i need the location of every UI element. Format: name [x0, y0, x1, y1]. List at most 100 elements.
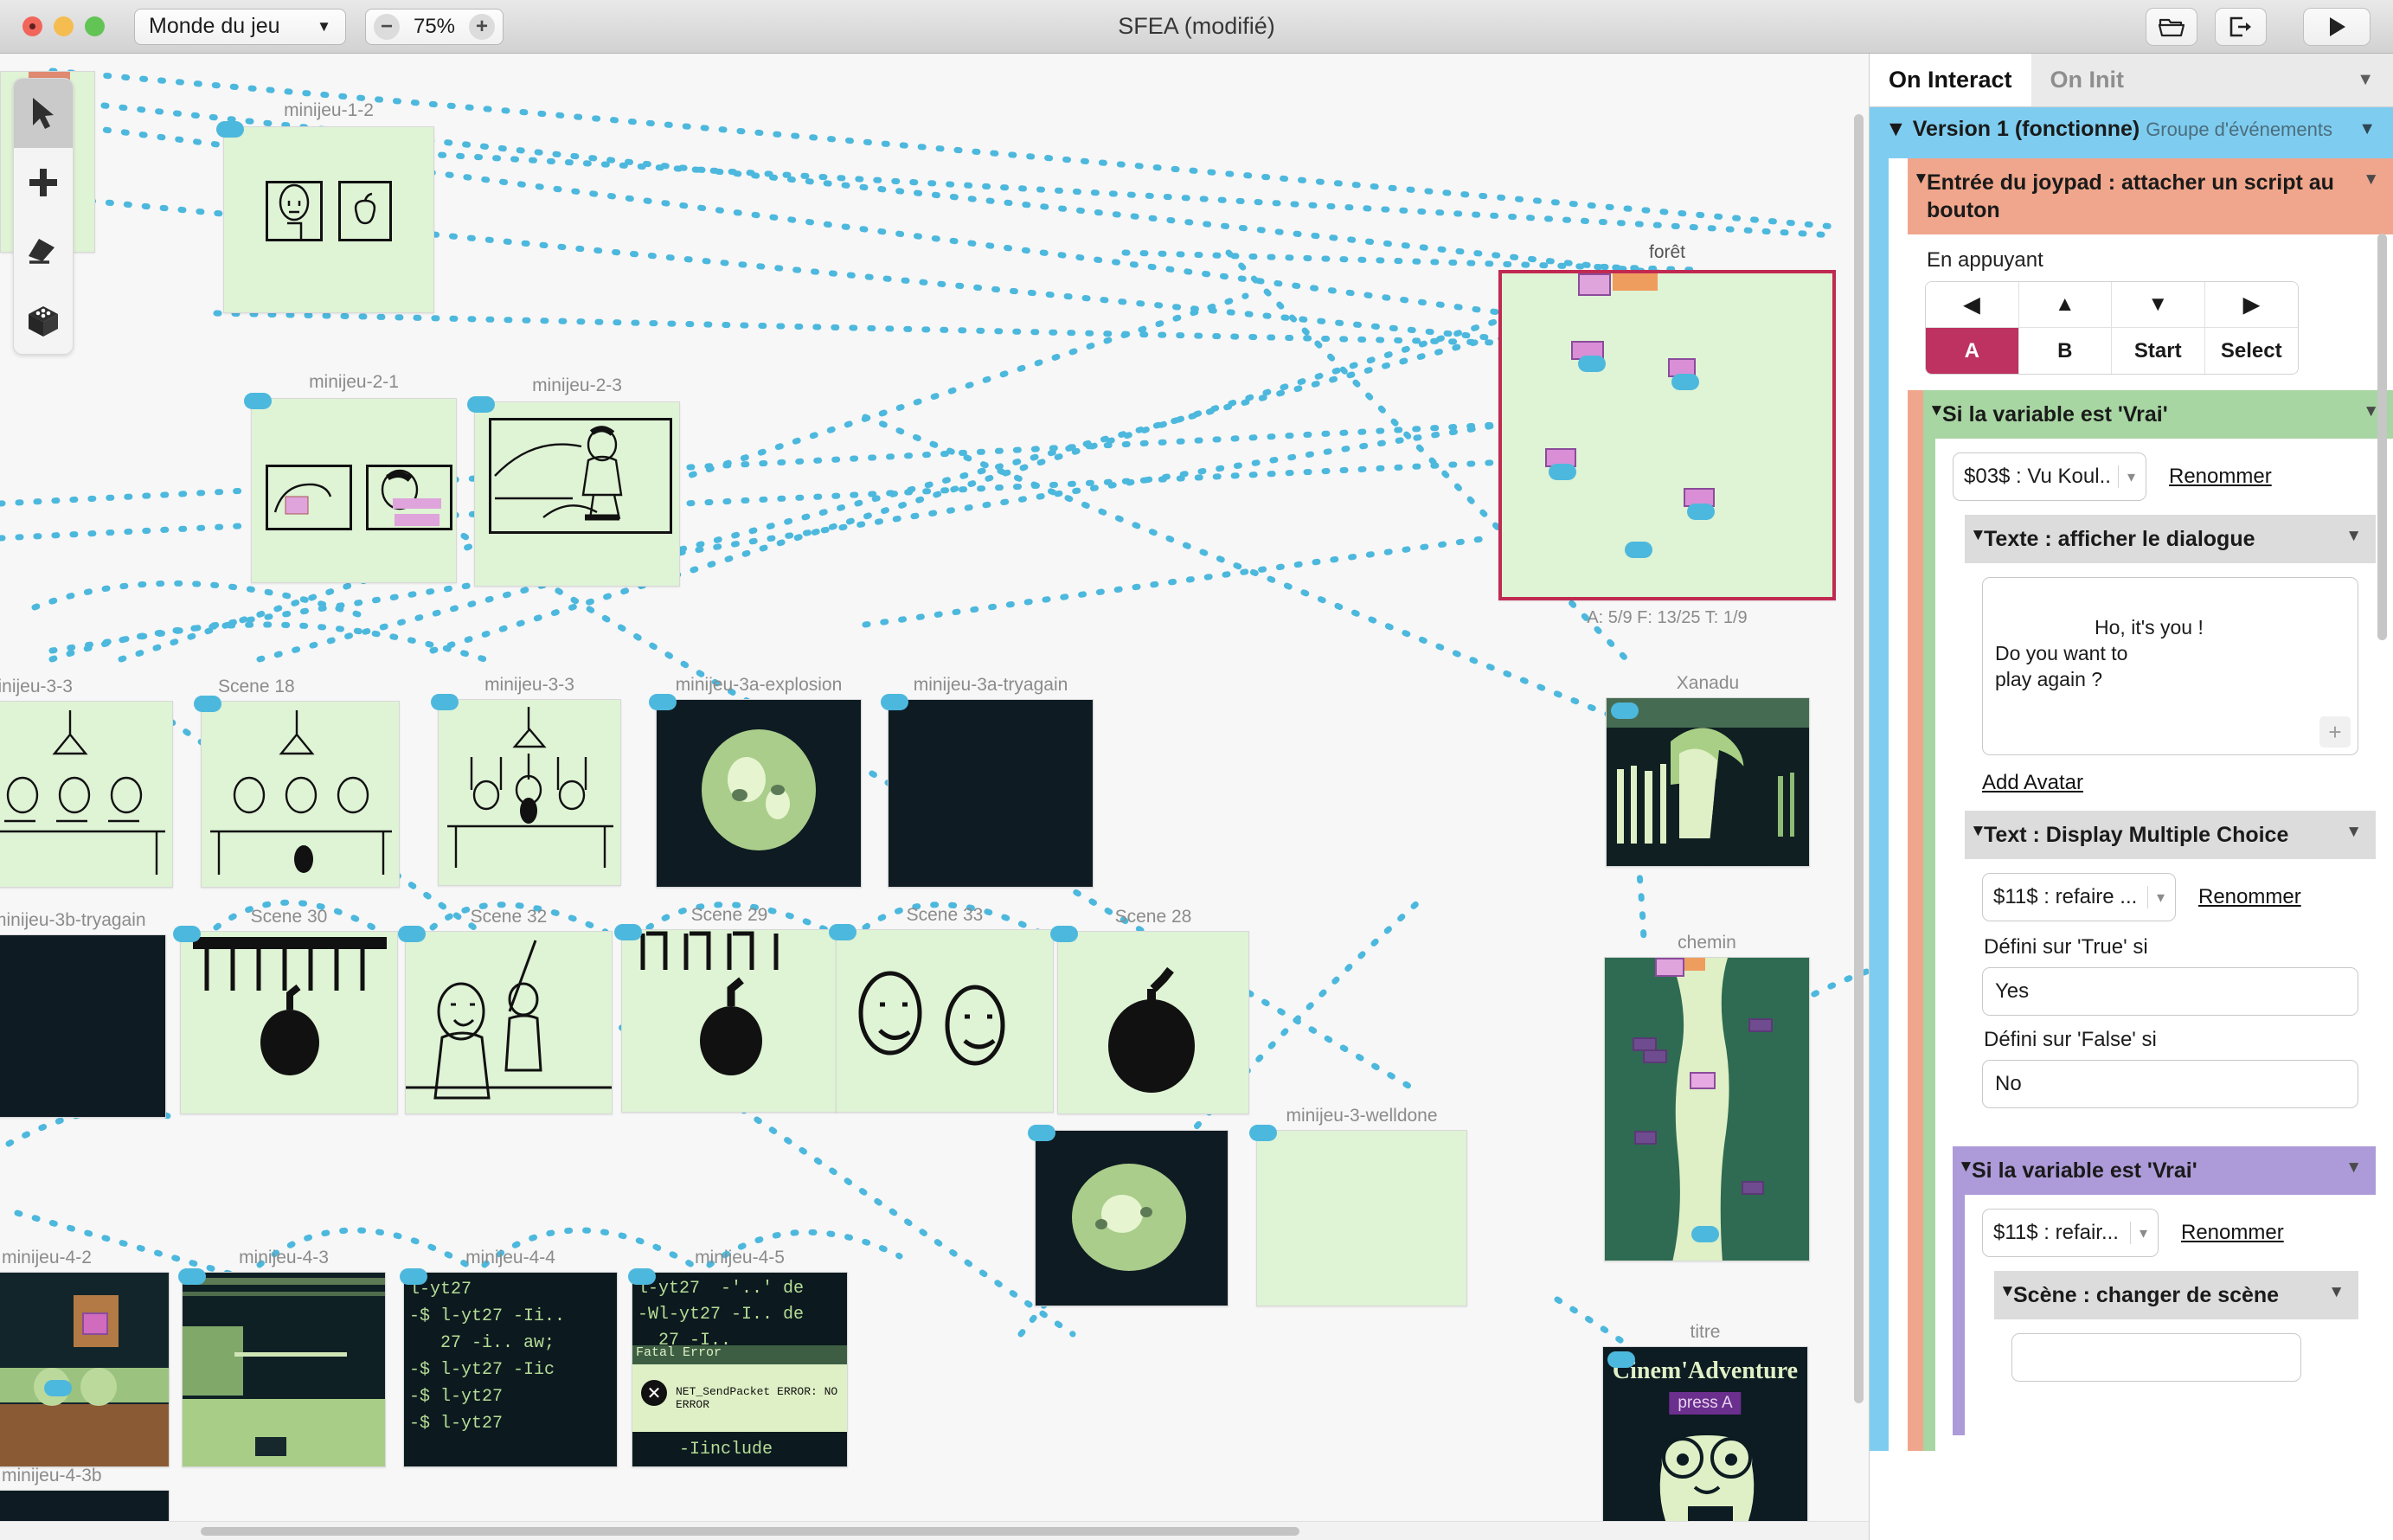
asset-tool[interactable] — [14, 286, 73, 354]
button-start[interactable]: Start — [2112, 328, 2205, 375]
minimize-window-button[interactable] — [54, 16, 74, 36]
node-minijeu-3a-tryagain[interactable]: minijeu-3a-tryagain — [881, 675, 1094, 888]
collapse-arrow-icon[interactable]: ▼ — [1999, 1281, 2016, 1302]
node-scene-18[interactable]: Scene 18 — [194, 677, 400, 888]
node-minijeu-3-3-a[interactable]: minijeu-3-3 — [0, 677, 173, 888]
maximize-window-button[interactable] — [85, 16, 105, 36]
canvas-vertical-scrollbar[interactable] — [1853, 114, 1865, 1421]
variable-select[interactable]: $11$ : refair... ▾ — [1982, 1209, 2159, 1258]
node-port[interactable] — [244, 393, 272, 409]
zoom-out-button[interactable]: − — [374, 13, 400, 40]
block-header[interactable]: ▼ Texte : afficher le dialogue ▼ — [1965, 515, 2376, 564]
set-true-input[interactable]: Yes — [1982, 967, 2358, 1017]
add-line-button[interactable]: + — [2319, 716, 2351, 748]
panel-scrollbar[interactable] — [2377, 234, 2389, 718]
node-port[interactable] — [628, 1268, 656, 1285]
node-minijeu-1-2[interactable]: minijeu-1-2 — [216, 100, 434, 313]
node-minijeu-3-welldone[interactable]: minijeu-3-welldone — [1249, 1106, 1467, 1306]
node-scene-33[interactable]: Scene 33 — [829, 905, 1054, 1113]
node-minijeu-3a-explosion-2[interactable] — [1028, 1125, 1229, 1306]
erase-tool[interactable] — [14, 217, 73, 286]
entity-port[interactable] — [1671, 374, 1699, 390]
node-port[interactable] — [431, 694, 459, 710]
dialogue-textarea[interactable]: Ho, it's you ! Do you want to play again… — [1982, 577, 2358, 756]
node-minijeu-2-1[interactable]: minijeu-2-1 — [244, 372, 457, 583]
node-port[interactable] — [467, 396, 495, 413]
node-port[interactable] — [398, 926, 426, 942]
node-minijeu-4-4[interactable]: minijeu-4-4 l-yt27 -$ l-yt27 -Ii.. 27 -i… — [400, 1248, 618, 1467]
open-folder-button[interactable] — [2146, 7, 2197, 46]
node-scene-29[interactable]: Scene 29 — [614, 905, 837, 1113]
node-minijeu-4-3[interactable]: minijeu-4-3 — [178, 1248, 386, 1467]
block-header[interactable]: ▼ Entrée du joypad : attacher un script … — [1908, 158, 2393, 235]
entity-port[interactable] — [1691, 1226, 1719, 1242]
collapse-arrow-icon[interactable]: ▼ — [1970, 821, 1986, 842]
block-menu-caret[interactable]: ▼ — [2328, 1282, 2345, 1303]
node-port[interactable] — [1607, 1351, 1635, 1368]
node-scene-32[interactable]: Scene 32 — [398, 907, 613, 1114]
entity-port[interactable] — [1549, 464, 1576, 480]
collapse-arrow-icon[interactable]: ▼ — [1913, 169, 1929, 189]
node-port[interactable] — [881, 694, 908, 710]
add-tool[interactable] — [14, 148, 73, 217]
node-minijeu-3-3-b[interactable]: minijeu-3-3 — [431, 675, 621, 886]
button-b[interactable]: B — [2018, 328, 2112, 375]
add-avatar-link[interactable]: Add Avatar — [1982, 771, 2083, 795]
node-xanadu[interactable]: Xanadu — [1606, 673, 1810, 867]
scrollbar-thumb[interactable] — [1854, 114, 1864, 1403]
node-port[interactable] — [1611, 703, 1639, 719]
scrollbar-thumb[interactable] — [201, 1527, 1299, 1536]
dpad-right-button[interactable]: ▶ — [2204, 282, 2298, 329]
node-scene-28[interactable]: Scene 28 — [1050, 907, 1249, 1114]
node-minijeu-3b-tryagain[interactable]: minijeu-3b-tryagain — [0, 910, 166, 1118]
scene-selector-dropdown[interactable]: Monde du jeu ▼ — [134, 8, 346, 45]
game-world-canvas[interactable]: minijeu-1-2 minijeu-2-1 minijeu-2-3 forê… — [0, 54, 1869, 1540]
collapse-arrow-icon[interactable]: ▼ — [1958, 1157, 1974, 1177]
node-port[interactable] — [1050, 926, 1078, 942]
node-port[interactable] — [1028, 1125, 1055, 1141]
node-titre[interactable]: titre Cinem'Adventure press A — [1602, 1322, 1808, 1540]
block-menu-caret[interactable]: ▼ — [2363, 170, 2379, 190]
node-port[interactable] — [216, 121, 244, 138]
node-chemin[interactable]: chemin — [1604, 933, 1810, 1261]
variable-select[interactable]: $03$ : Vu Koul... ▾ — [1953, 452, 2146, 502]
node-minijeu-4-5[interactable]: minijeu-4-5 l-yt27 -'..' de -Wl-yt27 -I.… — [628, 1248, 848, 1467]
node-port[interactable] — [829, 924, 856, 940]
button-a[interactable]: A — [1926, 328, 2019, 375]
collapse-arrow-icon[interactable]: ▼ — [1928, 401, 1945, 421]
block-menu-caret[interactable]: ▼ — [2345, 526, 2362, 547]
close-window-button[interactable] — [22, 16, 42, 36]
group-menu-caret[interactable]: ▼ — [2358, 119, 2376, 139]
node-foret[interactable]: forêt A: 5/9 F: 13/25 T: 1/9 — [1498, 242, 1836, 627]
block-menu-caret[interactable]: ▼ — [2345, 1158, 2362, 1178]
button-select[interactable]: Select — [2204, 328, 2298, 375]
export-button[interactable] — [2215, 7, 2267, 46]
entity-port[interactable] — [44, 1380, 72, 1396]
tab-on-interact[interactable]: On Interact — [1870, 54, 2031, 106]
set-false-input[interactable]: No — [1982, 1060, 2358, 1109]
rename-link[interactable]: Renommer — [2169, 465, 2272, 489]
rename-link[interactable]: Renommer — [2181, 1221, 2284, 1245]
node-minijeu-4-2[interactable]: minijeu-4-2 — [0, 1248, 170, 1467]
scrollbar-thumb[interactable] — [2377, 234, 2387, 640]
variable-select[interactable]: $11$ : refaire ... ▾ — [1982, 873, 2176, 922]
node-port[interactable] — [173, 926, 201, 942]
event-group-version-1[interactable]: ▼ Version 1 (fonctionne) Groupe d'événem… — [1870, 107, 2393, 154]
block-menu-caret[interactable]: ▼ — [2345, 822, 2362, 843]
canvas-horizontal-scrollbar[interactable] — [0, 1521, 1869, 1540]
node-scene-30[interactable]: Scene 30 — [173, 907, 398, 1114]
block-header[interactable]: ▼ Scène : changer de scène ▼ — [1994, 1271, 2358, 1320]
group-collapse-arrow[interactable]: ▼ — [1885, 117, 1907, 141]
node-minijeu-2-3[interactable]: minijeu-2-3 — [467, 375, 680, 587]
node-port[interactable] — [649, 694, 677, 710]
select-tool[interactable] — [14, 79, 73, 148]
entity-port[interactable] — [1578, 356, 1606, 372]
dpad-up-button[interactable]: ▲ — [2018, 282, 2112, 329]
tab-on-init[interactable]: On Init — [2031, 54, 2143, 106]
tool-palette[interactable] — [13, 78, 74, 355]
entity-port[interactable] — [1625, 542, 1652, 558]
node-port[interactable] — [614, 924, 642, 940]
tabs-overflow-caret[interactable]: ▼ — [2357, 54, 2393, 106]
scene-select[interactable] — [2011, 1333, 2302, 1383]
dpad-down-button[interactable]: ▼ — [2112, 282, 2205, 329]
